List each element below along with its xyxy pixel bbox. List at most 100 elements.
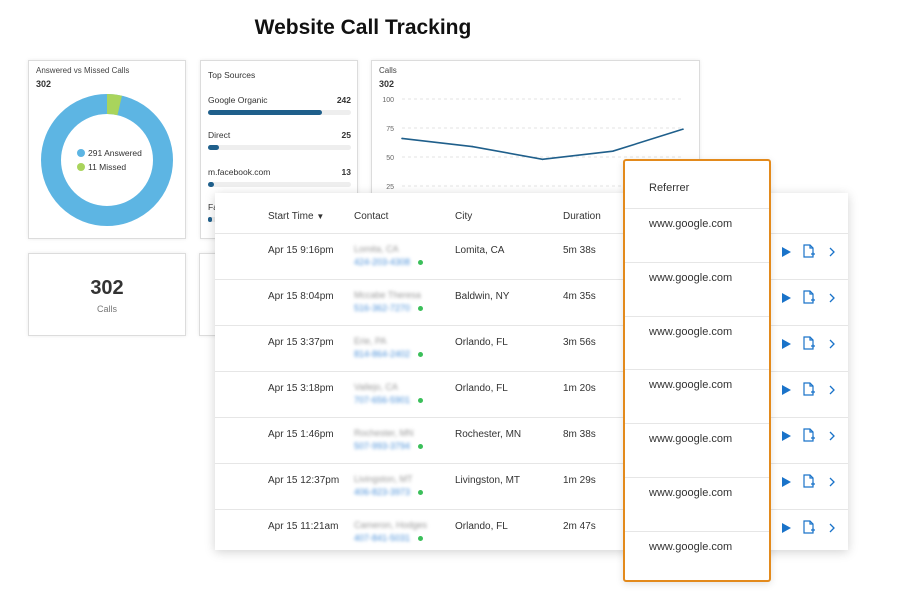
legend-missed-label: 11 Missed	[88, 162, 127, 172]
referrer-column-highlight: Referrer www.google.com www.google.com www…	[623, 159, 771, 582]
source-bar-track	[208, 145, 351, 150]
contact-phone[interactable]: 406-823-3973	[354, 487, 410, 497]
contact-name: Vallejo, CA	[354, 382, 398, 392]
city-cell: Lomita, CA	[455, 245, 505, 256]
notes-icon[interactable]	[802, 474, 816, 493]
contact-phone[interactable]: 424-203-4308	[354, 257, 410, 267]
start-time-cell: Apr 15 3:37pm	[268, 337, 334, 348]
notes-icon[interactable]	[802, 428, 816, 447]
referrer-divider	[625, 208, 769, 209]
y-tick-label: 50	[386, 155, 394, 162]
calls-data-point	[541, 158, 544, 161]
dashboard: Website Call Tracking Answered vs Missed…	[0, 0, 900, 613]
calls-data-point	[682, 128, 684, 130]
notes-icon[interactable]	[802, 336, 816, 355]
notes-icon[interactable]	[802, 244, 816, 263]
total-calls-card: 302 Calls	[28, 253, 186, 336]
start-time-cell: Apr 15 11:21am	[268, 521, 339, 532]
notes-icon[interactable]	[802, 382, 816, 401]
start-time-cell: Apr 15 1:46pm	[268, 429, 334, 440]
missed-dot-icon	[77, 163, 85, 171]
legend-answered: 291 Answered	[77, 148, 142, 158]
col-duration: Duration	[563, 211, 601, 222]
chevron-right-icon[interactable]	[828, 337, 836, 355]
source-value: 25	[341, 130, 351, 140]
contact-phone[interactable]: 814-864-2402	[354, 349, 410, 359]
source-bar-track	[208, 182, 351, 187]
chevron-right-icon[interactable]	[828, 429, 836, 447]
top-sources-title: Top Sources	[208, 70, 256, 80]
referrer-divider	[625, 530, 769, 532]
notes-icon[interactable]	[802, 290, 816, 309]
chevron-right-icon[interactable]	[828, 291, 836, 309]
referrer-cell: www.google.com	[649, 379, 733, 392]
y-tick-label: 100	[382, 97, 394, 104]
contact-name: Erie, PA	[354, 336, 387, 346]
notes-icon[interactable]	[802, 520, 816, 539]
start-time-cell: Apr 15 9:16pm	[268, 245, 334, 256]
play-icon[interactable]	[781, 521, 792, 539]
referrer-cell: www.google.com	[649, 218, 733, 230]
contact-phone[interactable]: 516-362-7270	[354, 303, 410, 313]
status-dot-icon	[418, 398, 423, 403]
chevron-right-icon[interactable]	[828, 383, 836, 401]
source-item: Direct 25	[208, 130, 351, 150]
legend-answered-label: 291 Answered	[88, 148, 142, 158]
source-bar-fill	[208, 110, 323, 115]
legend-missed: 11 Missed	[77, 162, 142, 172]
start-time-cell: Apr 15 3:18pm	[268, 383, 334, 394]
play-icon[interactable]	[781, 429, 792, 447]
city-cell: Orlando, FL	[455, 383, 508, 394]
referrer-cell: www.google.com	[649, 271, 733, 284]
duration-cell: 1m 20s	[563, 383, 596, 394]
source-label: Direct	[208, 130, 231, 140]
source-value: 242	[336, 95, 351, 105]
contact-phone[interactable]: 707-656-5901	[354, 395, 410, 405]
status-dot-icon	[418, 490, 423, 495]
answered-dot-icon	[77, 149, 85, 157]
play-icon[interactable]	[781, 383, 792, 401]
source-label: Google Organic	[208, 95, 268, 105]
answered-missed-title: Answered vs Missed Calls	[36, 66, 130, 75]
duration-cell: 2m 47s	[563, 521, 596, 532]
referrer-cell: www.google.com	[649, 433, 733, 446]
referrer-divider	[625, 477, 769, 478]
source-bar-fill	[208, 182, 214, 187]
play-icon[interactable]	[781, 337, 792, 355]
play-icon[interactable]	[781, 245, 792, 263]
chevron-right-icon[interactable]	[828, 475, 836, 493]
play-icon[interactable]	[781, 475, 792, 493]
calls-data-point	[611, 150, 614, 152]
status-dot-icon	[418, 444, 423, 449]
chevron-right-icon[interactable]	[828, 521, 836, 539]
play-icon[interactable]	[781, 291, 792, 309]
city-cell: Orlando, FL	[455, 337, 508, 348]
duration-cell: 8m 38s	[563, 429, 596, 440]
duration-cell: 5m 38s	[563, 245, 596, 256]
referrer-cell: www.google.com	[649, 487, 733, 499]
total-calls-value: 302	[90, 277, 124, 299]
city-cell: Orlando, FL	[455, 521, 508, 532]
start-time-cell: Apr 15 12:37pm	[268, 475, 340, 486]
contact-name: Cameron, Hodges	[354, 520, 428, 530]
y-tick-label: 25	[386, 184, 394, 191]
answered-missed-card: Answered vs Missed Calls 302 291 Answere…	[28, 60, 186, 239]
contact-phone[interactable]: 407-841-5031	[354, 533, 410, 543]
city-cell: Livingston, MT	[455, 475, 521, 486]
calls-series-line	[401, 128, 684, 161]
source-value: 13	[341, 167, 351, 177]
col-start-time[interactable]: Start Time ▼	[268, 211, 324, 222]
source-label: m.facebook.com	[208, 167, 271, 177]
calls-data-point	[401, 137, 403, 140]
contact-phone[interactable]: 507-993-3794	[354, 441, 410, 451]
col-contact: Contact	[354, 211, 389, 222]
source-item: Google Organic 242	[208, 95, 351, 115]
referrer-divider	[625, 369, 769, 371]
referrer-divider	[625, 261, 769, 263]
duration-cell: 4m 35s	[563, 291, 596, 302]
referrer-divider	[625, 423, 769, 425]
source-bar-track	[208, 110, 351, 115]
city-cell: Baldwin, NY	[455, 291, 510, 302]
chevron-right-icon[interactable]	[828, 245, 836, 263]
contact-name: Livingston, MT	[354, 474, 413, 484]
